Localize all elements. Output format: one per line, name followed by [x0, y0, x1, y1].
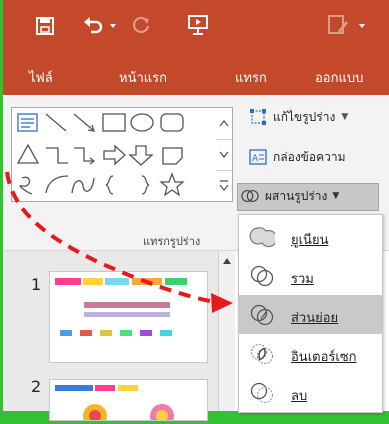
tab-home[interactable]: หน้าแรก — [119, 67, 167, 88]
subtract-icon — [249, 381, 275, 405]
gallery-scroll-down[interactable] — [216, 139, 232, 171]
tab-file[interactable]: ไฟล์ — [29, 67, 53, 88]
gallery-more-button[interactable] — [216, 170, 232, 201]
shapes-gallery[interactable] — [11, 107, 218, 202]
scroll-up-arrow-icon[interactable] — [219, 253, 235, 269]
redo-icon[interactable] — [129, 14, 153, 38]
svg-text:A: A — [252, 154, 259, 164]
text-box-icon: A — [249, 148, 267, 166]
undo-dropdown-caret[interactable] — [110, 24, 116, 28]
edit-shape-label: แก้ไขรูปร่าง — [273, 109, 336, 124]
slide-thumbnail[interactable] — [49, 271, 208, 363]
undo-icon[interactable] — [81, 14, 105, 38]
menu-item-subtract[interactable]: ลบ — [239, 373, 382, 412]
menu-item-intersect[interactable]: อินเตอร์เซก — [239, 334, 382, 373]
menu-item-union[interactable]: ยูเนียน — [239, 217, 382, 256]
customize-dropdown-caret[interactable] — [359, 24, 365, 28]
slide-number: 1 — [31, 275, 42, 294]
merge-shapes-menu: ยูเนียน รวม ส่วนย่อย อินเตอร์เซก ลบ — [238, 214, 383, 413]
chevron-down-icon: ▼ — [341, 112, 349, 122]
text-box-label: กล่องข้อความ — [273, 149, 346, 164]
chevron-down-icon: ▼ — [332, 191, 340, 201]
gallery-scroll-up[interactable] — [216, 108, 232, 140]
merge-shapes-button[interactable]: ผสานรูปร่าง ▼ — [241, 184, 339, 208]
present-from-beginning-icon[interactable] — [185, 12, 211, 38]
combine-icon — [249, 264, 275, 288]
edit-shape-button[interactable]: แก้ไขรูปร่าง ▼ — [249, 105, 348, 129]
tab-insert[interactable]: แทรก — [235, 67, 267, 88]
merge-shapes-icon — [241, 187, 259, 205]
menu-item-label: ลบ — [291, 389, 308, 404]
merge-shapes-label: ผสานรูปร่าง — [265, 188, 328, 203]
quick-access-toolbar — [3, 0, 389, 57]
slide-thumbnail[interactable] — [49, 379, 208, 424]
slide-thumbnail-pane: 1 2 — [3, 251, 233, 424]
union-icon — [249, 225, 278, 249]
customize-icon[interactable] — [325, 12, 351, 38]
insert-shapes-group-label: แทรกรูปร่าง — [143, 235, 201, 248]
text-box-button[interactable]: A กล่องข้อความ — [249, 145, 346, 169]
edit-shape-icon — [249, 108, 267, 126]
thumbnail-pane-scrollbar[interactable] — [218, 251, 235, 411]
ribbon-tabs: ไฟล์ หน้าแรก แทรก ออกแบบ — [3, 57, 389, 95]
save-icon[interactable] — [33, 14, 57, 38]
shapes-gallery-scroll[interactable] — [216, 107, 233, 202]
menu-item-fragment[interactable]: ส่วนย่อย — [239, 295, 382, 334]
menu-item-combine[interactable]: รวม — [239, 256, 382, 295]
menu-item-label: ยูเนียน — [291, 233, 329, 248]
powerpoint-window: ไฟล์ หน้าแรก แทรก ออกแบบ แก้ไขรูปร่าง ▼ … — [3, 0, 389, 424]
fragment-icon — [249, 303, 275, 327]
slide-number: 2 — [31, 377, 42, 396]
menu-item-label: ส่วนย่อย — [291, 311, 339, 326]
tab-design[interactable]: ออกแบบ — [315, 67, 363, 88]
menu-item-label: รวม — [291, 272, 314, 287]
intersect-icon — [249, 342, 275, 366]
menu-item-label: อินเตอร์เซก — [291, 350, 357, 365]
